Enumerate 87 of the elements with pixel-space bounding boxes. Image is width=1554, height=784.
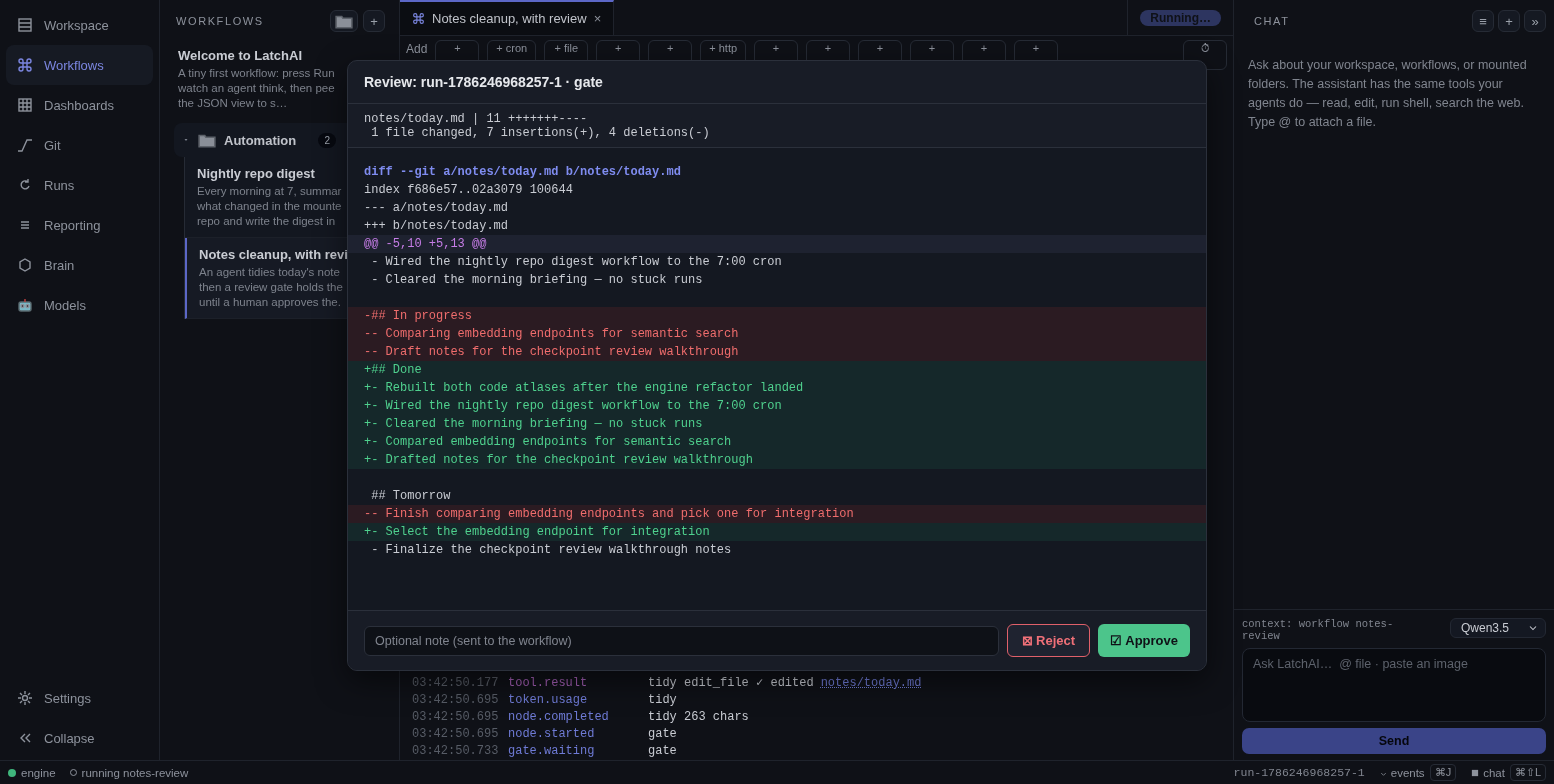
event-message: tidy edit_file ✓ edited bbox=[648, 675, 814, 692]
event-type: tool.result bbox=[508, 675, 589, 692]
workflow-title: Notes cleanup, with revi bbox=[199, 247, 348, 262]
nav-item[interactable]: Git bbox=[6, 125, 153, 165]
event-message: tidy 263 chars bbox=[648, 709, 749, 726]
workflow-description: until a human approves the. bbox=[199, 295, 341, 310]
chat-toolbar-button[interactable]: » bbox=[1524, 10, 1546, 32]
nav-item[interactable]: Models bbox=[6, 285, 153, 325]
gear-icon bbox=[17, 690, 33, 706]
dialog-title: Review: run-1786246968257-1 · gate bbox=[348, 61, 1206, 104]
hexagon-icon bbox=[17, 257, 33, 273]
event-time: 03:42:50.695 bbox=[412, 692, 500, 709]
diff-header: diff --git a/notes/today.md b/notes/today.md bbox=[363, 164, 682, 181]
workflow-description: Every morning at 7, summar bbox=[197, 184, 342, 199]
nav-item[interactable]: Settings bbox=[6, 678, 153, 718]
nav-item[interactable]: Dashboards bbox=[6, 85, 153, 125]
workflow-description: repo and write the digest in bbox=[197, 214, 336, 229]
add-button[interactable]: + bbox=[363, 10, 385, 32]
workflow-title: Nightly repo digest bbox=[197, 166, 315, 181]
context-line: - Finalize the checkpoint review walkthrough notes bbox=[370, 542, 733, 559]
workflow-description: what changed in the mounte bbox=[197, 199, 342, 214]
context-label: context: workflow notes-review bbox=[1242, 618, 1395, 642]
panel-toggle[interactable]: events bbox=[1378, 766, 1425, 779]
nav-item[interactable]: Collapse bbox=[6, 718, 153, 758]
nav-item[interactable]: Runs bbox=[6, 165, 153, 205]
chat-toolbar-button[interactable]: ≡ bbox=[1472, 10, 1494, 32]
event-time: 03:42:50.695 bbox=[412, 726, 500, 743]
panel-title: WORKFLOWS bbox=[175, 15, 264, 27]
list-icon bbox=[17, 17, 33, 33]
status-text: running notes-review bbox=[81, 766, 189, 779]
event-type: gate.waiting bbox=[508, 743, 596, 760]
file-link[interactable]: notes/today.md bbox=[820, 675, 922, 692]
diff-meta-line: index f686e57..02a3079 100644 bbox=[363, 182, 574, 199]
graph-line-icon bbox=[17, 137, 33, 153]
event-message: gate bbox=[648, 743, 677, 760]
event-type: token.usage bbox=[508, 692, 589, 709]
command-icon bbox=[17, 57, 33, 73]
nav-item[interactable]: Reporting bbox=[6, 205, 153, 245]
diff-stat: 1 file changed, 7 insertions(+), 4 deletions(-) bbox=[370, 126, 711, 140]
chat-intro: Ask about your workspace, workflows, or mounted folders. The assistant has the same tools your agents do — read, edit, run shell, search the web. Type @ to attach a file. bbox=[1247, 57, 1528, 131]
toolbar-label: Add bbox=[406, 41, 428, 56]
event-time: 03:42:50.695 bbox=[412, 709, 500, 726]
count-badge: 2 bbox=[318, 132, 336, 148]
shortcut-key: ⌘J bbox=[1429, 764, 1457, 781]
editor-tab[interactable]: Notes cleanup, with review × bbox=[400, 0, 615, 35]
diff-meta-line: --- a/notes/today.md bbox=[363, 200, 510, 217]
square-icon bbox=[1470, 767, 1481, 778]
status-text: engine bbox=[21, 766, 56, 779]
context-line: ## Tomorrow bbox=[370, 488, 452, 505]
panel-toggle[interactable]: chat bbox=[1470, 766, 1505, 779]
event-time: 03:42:50.177 bbox=[412, 675, 500, 692]
folder-name: Automation bbox=[224, 132, 297, 148]
command-icon bbox=[412, 12, 425, 25]
event-type: node.completed bbox=[508, 709, 610, 726]
diff-stat: notes/today.md | 11 +++++++---- bbox=[364, 112, 589, 126]
event-message: tidy bbox=[648, 692, 677, 709]
nav-item[interactable]: Brain bbox=[6, 245, 153, 285]
message-field[interactable]: Ask LatchAI… @ file · paste an image bbox=[1242, 648, 1546, 722]
shortcut-key: ⌘⇧L bbox=[1509, 764, 1546, 781]
event-message: gate bbox=[648, 726, 677, 743]
context-line: - Wired the nightly repo digest workflow to the 7:00 cron bbox=[370, 254, 783, 271]
welcome-description: A tiny first workflow: press Run bbox=[178, 66, 335, 81]
welcome-title: Welcome to LatchAI bbox=[178, 48, 302, 63]
chat-toolbar-button[interactable]: + bbox=[1498, 10, 1520, 32]
reject-button[interactable]: ⊠ Reject bbox=[1006, 624, 1091, 657]
tab-label: Notes cleanup, with review bbox=[432, 11, 587, 26]
diff-meta-line: +++ b/notes/today.md bbox=[363, 218, 510, 235]
nav-item[interactable]: Workflows bbox=[6, 45, 153, 85]
nav-item[interactable]: Workspace bbox=[6, 5, 153, 45]
context-line: - Cleared the morning briefing — no stuck runs bbox=[370, 272, 704, 289]
event-type: node.started bbox=[508, 726, 596, 743]
welcome-description: the JSON view to s… bbox=[178, 96, 288, 111]
workflow-description: then a review gate holds the bbox=[199, 280, 343, 295]
close-icon[interactable]: × bbox=[593, 11, 602, 26]
welcome-description: watch an agent think, then pee bbox=[178, 81, 335, 96]
panel-title: CHAT bbox=[1253, 15, 1290, 27]
event-time: 03:42:50.733 bbox=[412, 743, 500, 760]
grid-icon bbox=[17, 97, 33, 113]
hunk-header: @@ -5,10 +5,13 @@ bbox=[348, 235, 1206, 253]
workflow-description: An agent tidies today's note bbox=[199, 265, 340, 280]
run-id: run-1786246968257-1 bbox=[1233, 766, 1365, 779]
folder-button[interactable] bbox=[330, 10, 358, 32]
model-select[interactable]: Qwen3.5 bbox=[1449, 618, 1546, 638]
note-field[interactable]: Optional note (sent to the workflow) bbox=[364, 625, 999, 656]
robot-icon bbox=[17, 297, 33, 313]
running-status: Running… bbox=[1140, 9, 1221, 26]
approve-button[interactable]: ☑ Approve bbox=[1098, 624, 1190, 657]
